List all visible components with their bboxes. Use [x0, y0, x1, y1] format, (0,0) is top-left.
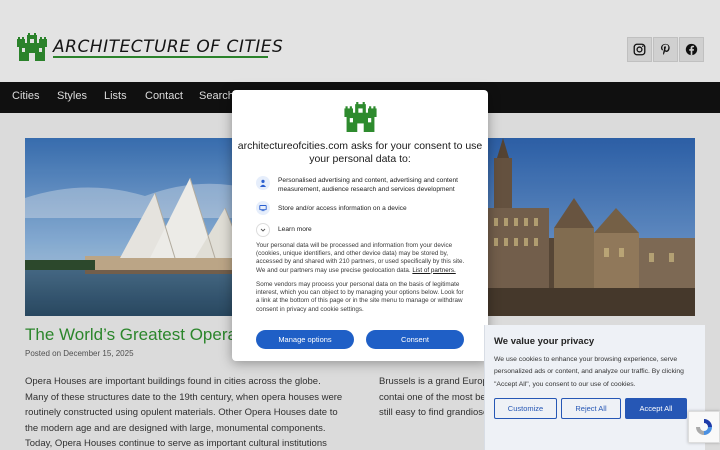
consent-body-1: Your personal data will be processed and… — [256, 242, 468, 275]
reject-all-button[interactable]: Reject All — [561, 398, 621, 419]
chevron-down-icon[interactable] — [256, 223, 270, 237]
accept-all-button[interactable]: Accept All — [625, 398, 687, 419]
manage-options-button[interactable]: Manage options — [256, 330, 354, 349]
consent-button[interactable]: Consent — [366, 330, 464, 349]
consent-title: architectureofcities.com asks for your c… — [237, 140, 483, 165]
cookie-title: We value your privacy — [494, 336, 595, 347]
consent-dialog: architectureofcities.com asks for your c… — [232, 90, 488, 361]
castle-logo-icon — [344, 102, 377, 132]
recaptcha-icon — [696, 419, 712, 435]
cookie-banner: We value your privacy We use cookies to … — [484, 325, 705, 450]
device-icon — [256, 201, 270, 215]
recaptcha-badge[interactable] — [688, 411, 720, 443]
purpose-ads: Personalised advertising and content, ad… — [278, 177, 458, 193]
consent-body-2: Some vendors may process your personal d… — [256, 281, 464, 313]
cookie-text: We use cookies to enhance your browsing … — [494, 356, 684, 388]
learn-more-link[interactable]: Learn more — [278, 226, 378, 235]
purpose-storage: Store and/or access information on a dev… — [278, 205, 407, 212]
customize-button[interactable]: Customize — [494, 398, 557, 419]
person-icon — [256, 176, 270, 190]
partners-link[interactable]: List of partners. — [412, 267, 455, 274]
